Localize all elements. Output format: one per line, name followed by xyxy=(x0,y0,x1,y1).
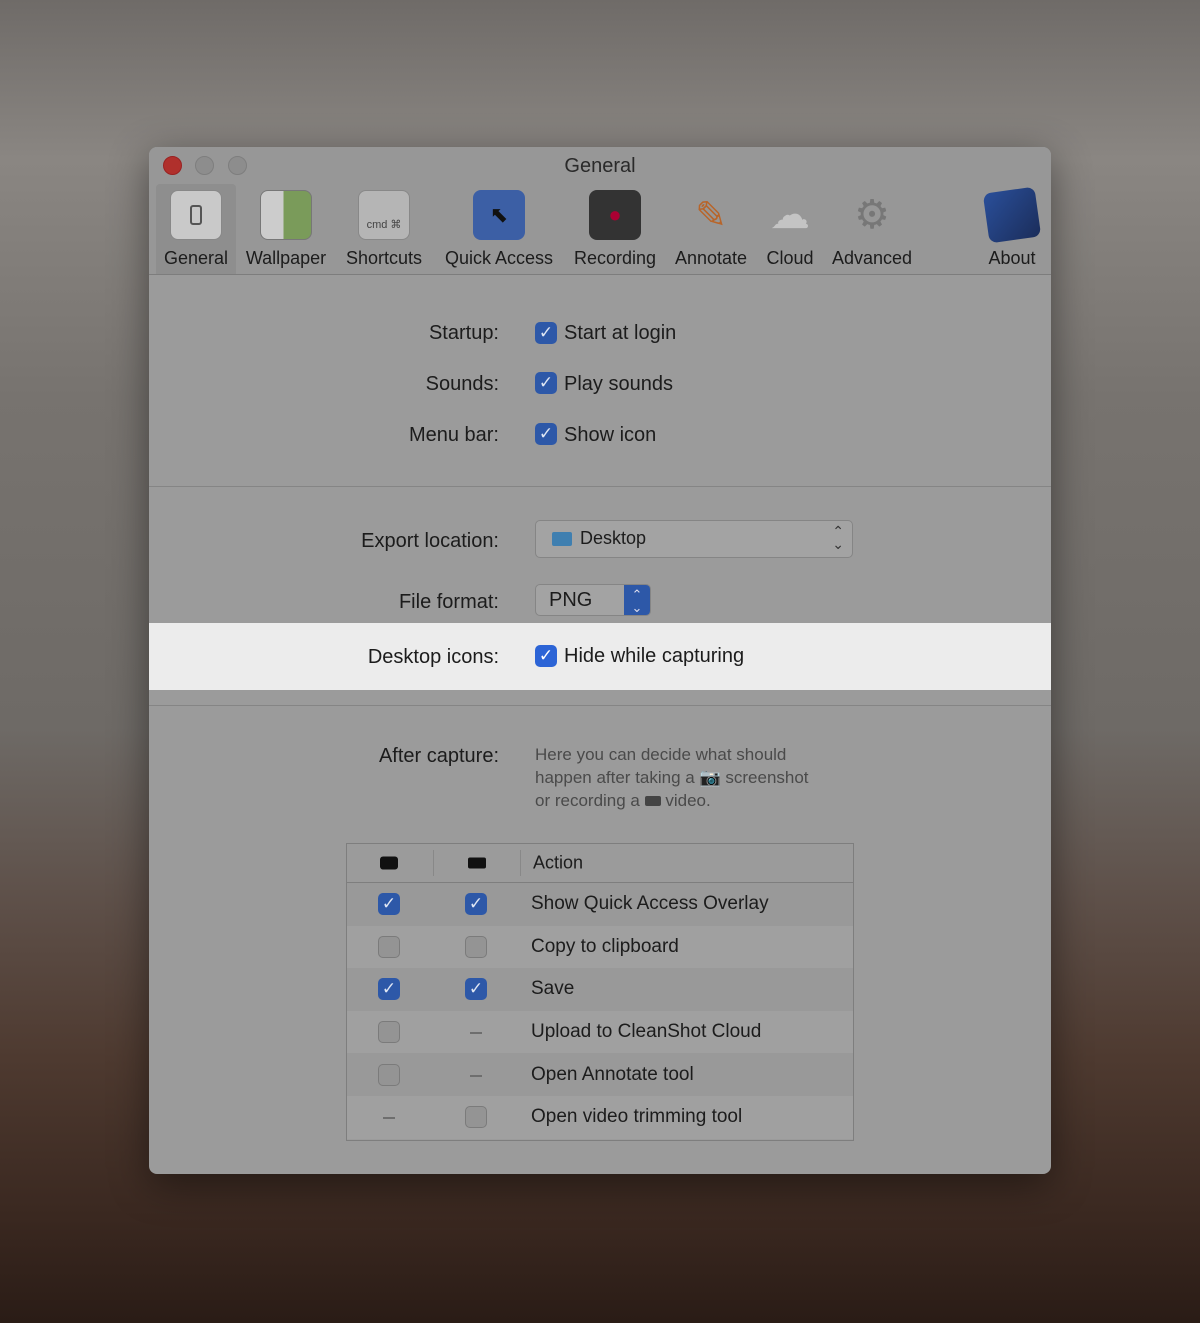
sounds-label: Sounds: xyxy=(149,373,499,396)
screenshot-checkbox[interactable]: ✓ xyxy=(378,893,400,915)
action-label: Save xyxy=(531,978,574,1000)
tab-annotate[interactable]: ✎ Annotate xyxy=(669,184,753,274)
file-format-label: File format: xyxy=(149,591,499,614)
chevron-updown-icon: ⌃⌄ xyxy=(624,585,650,615)
export-location-select[interactable]: Desktop ⌃⌄ xyxy=(535,520,853,558)
video-camera-icon xyxy=(468,858,486,869)
table-row: ✓ ✓ Show Quick Access Overlay xyxy=(347,883,853,926)
hide-while-capturing-checkbox[interactable]: ✓ xyxy=(535,645,557,667)
chevron-updown-icon: ⌃⌄ xyxy=(832,525,844,551)
cloud-upload-icon: ☁ xyxy=(764,190,816,240)
tab-label: Wallpaper xyxy=(246,248,326,268)
start-at-login-label: Start at login xyxy=(564,322,676,345)
after-capture-table: Action ✓ ✓ Show Quick Access Overlay Copy t… xyxy=(346,843,854,1141)
divider xyxy=(149,486,1051,487)
wallpaper-icon xyxy=(260,190,312,240)
screenshot-checkbox[interactable]: ✓ xyxy=(378,978,400,1000)
screenshot-checkbox[interactable] xyxy=(378,1064,400,1086)
tab-cloud[interactable]: ☁ Cloud xyxy=(759,184,821,274)
startup-label: Startup: xyxy=(149,322,499,345)
action-column-header: Action xyxy=(533,853,583,874)
play-sounds-label: Play sounds xyxy=(564,373,673,396)
desktop-icons-label: Desktop icons: xyxy=(149,646,499,669)
video-checkbox[interactable] xyxy=(465,936,487,958)
action-label: Copy to clipboard xyxy=(531,936,679,958)
tab-recording[interactable]: ● Recording xyxy=(569,184,661,274)
tab-general[interactable]: General xyxy=(156,184,236,274)
action-label: Upload to CleanShot Cloud xyxy=(531,1021,761,1043)
not-applicable-dash xyxy=(383,1117,395,1119)
tab-label: About xyxy=(988,248,1035,268)
shortcuts-key-icon: cmd ⌘ xyxy=(358,190,410,240)
file-format-value: PNG xyxy=(549,589,592,612)
export-location-label: Export location: xyxy=(149,530,499,553)
preferences-window: General General Wallpaper cmd ⌘ Shortcuts… xyxy=(149,147,1051,1174)
action-label: Open Annotate tool xyxy=(531,1064,694,1086)
quick-access-icon: ⬉ xyxy=(473,190,525,240)
video-camera-icon xyxy=(645,796,661,806)
show-icon-checkbox[interactable]: ✓ xyxy=(535,423,557,445)
help-line: Here you can decide what should xyxy=(535,743,809,766)
camera-icon: 📷 xyxy=(699,768,720,787)
general-switch-icon xyxy=(170,190,222,240)
menu-bar-label: Menu bar: xyxy=(149,424,499,447)
video-checkbox[interactable]: ✓ xyxy=(465,893,487,915)
tab-label: Advanced xyxy=(832,248,912,268)
tab-label: Annotate xyxy=(675,248,747,268)
window-title: General xyxy=(149,155,1051,178)
video-checkbox[interactable] xyxy=(465,1106,487,1128)
table-row: Copy to clipboard xyxy=(347,926,853,969)
annotate-pencil-icon: ✎ xyxy=(685,190,737,240)
tab-label: Shortcuts xyxy=(346,248,422,268)
recording-camera-icon: ● xyxy=(589,190,641,240)
tab-about[interactable]: About xyxy=(979,184,1045,274)
help-text: video. xyxy=(665,791,710,810)
tab-label: Recording xyxy=(574,248,656,268)
start-at-login-checkbox[interactable]: ✓ xyxy=(535,322,557,344)
after-capture-label: After capture: xyxy=(149,745,499,768)
table-body: ✓ ✓ Show Quick Access Overlay Copy to clipb… xyxy=(347,883,853,1139)
about-app-icon xyxy=(983,187,1041,244)
show-icon-label: Show icon xyxy=(564,424,656,447)
tab-label: General xyxy=(164,248,228,268)
video-checkbox[interactable]: ✓ xyxy=(465,978,487,1000)
table-row: Open video trimming tool xyxy=(347,1096,853,1139)
hide-while-capturing-label: Hide while capturing xyxy=(564,645,744,668)
help-text: screenshot xyxy=(725,768,808,787)
table-row: Open Annotate tool xyxy=(347,1053,853,1096)
table-header: Action xyxy=(347,844,853,883)
file-format-select[interactable]: PNG ⌃⌄ xyxy=(535,584,651,616)
after-capture-help: Here you can decide what should happen a… xyxy=(535,743,809,812)
tab-label: Cloud xyxy=(766,248,813,268)
gear-icon: ⚙ xyxy=(846,190,898,240)
help-text: or recording a xyxy=(535,791,640,810)
not-applicable-dash xyxy=(470,1075,482,1077)
tab-advanced[interactable]: ⚙ Advanced xyxy=(827,184,917,274)
table-row: Upload to CleanShot Cloud xyxy=(347,1011,853,1054)
table-row: ✓ ✓ Save xyxy=(347,968,853,1011)
screenshot-checkbox[interactable] xyxy=(378,936,400,958)
toolbar: General General Wallpaper cmd ⌘ Shortcuts… xyxy=(149,147,1051,275)
help-text: happen after taking a xyxy=(535,768,695,787)
not-applicable-dash xyxy=(470,1032,482,1034)
play-sounds-checkbox[interactable]: ✓ xyxy=(535,372,557,394)
export-location-value: Desktop xyxy=(580,528,646,549)
tab-shortcuts[interactable]: cmd ⌘ Shortcuts xyxy=(339,184,429,274)
camera-icon xyxy=(380,857,398,870)
tab-label: Quick Access xyxy=(445,248,553,268)
action-label: Open video trimming tool xyxy=(531,1106,742,1128)
divider xyxy=(149,705,1051,706)
folder-icon xyxy=(552,532,572,546)
tab-quick-access[interactable]: ⬉ Quick Access xyxy=(439,184,559,274)
screenshot-checkbox[interactable] xyxy=(378,1021,400,1043)
action-label: Show Quick Access Overlay xyxy=(531,893,769,915)
tab-wallpaper[interactable]: Wallpaper xyxy=(241,184,331,274)
